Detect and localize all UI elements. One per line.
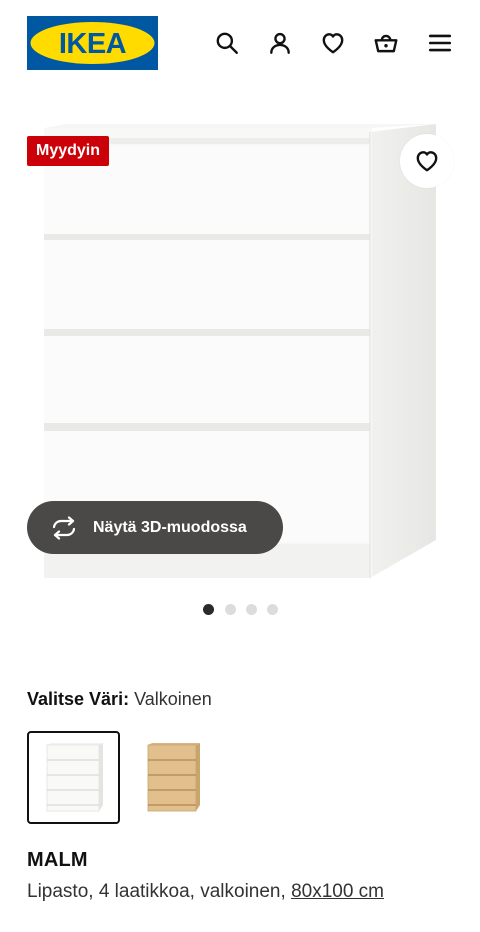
add-to-favourites-button[interactable] — [400, 134, 454, 188]
ikea-logo[interactable]: IKEA — [27, 16, 158, 70]
oak-dresser-thumbnail — [147, 742, 200, 811]
product-size-link[interactable]: 80x100 cm — [291, 881, 384, 902]
account-icon[interactable] — [266, 29, 294, 57]
selected-color-value: Valkoinen — [134, 689, 212, 709]
color-selector-label: Valitse Väri: Valkoinen — [27, 689, 212, 710]
product-description: Lipasto, 4 laatikkoa, valkoinen, 80x100 … — [27, 881, 384, 903]
carousel-dot-4[interactable] — [267, 604, 278, 615]
bestseller-badge: Myydyin — [27, 136, 110, 166]
carousel-dots — [0, 604, 480, 616]
heart-icon[interactable] — [319, 29, 347, 57]
color-selector-title: Valitse Väri: — [27, 689, 130, 709]
view-in-3d-button[interactable]: Näytä 3D-muodossa — [27, 501, 283, 554]
white-dresser-thumbnail — [46, 742, 103, 811]
product-description-text: Lipasto, 4 laatikkoa, valkoinen, — [27, 881, 292, 902]
carousel-dot-2[interactable] — [225, 604, 236, 615]
color-swatch-oak[interactable] — [126, 731, 219, 824]
basket-icon[interactable] — [372, 29, 400, 57]
product-name: MALM — [27, 849, 88, 871]
heart-icon — [416, 151, 438, 172]
search-icon[interactable] — [213, 29, 241, 57]
menu-icon[interactable] — [426, 29, 454, 57]
carousel-dot-1[interactable] — [203, 604, 214, 615]
rotate-3d-icon — [52, 515, 76, 540]
carousel-dot-3[interactable] — [246, 604, 257, 615]
svg-text:IKEA: IKEA — [59, 28, 127, 60]
view-in-3d-label: Näytä 3D-muodossa — [93, 518, 247, 536]
site-header: IKEA — [0, 0, 480, 90]
color-swatch-white[interactable] — [27, 731, 120, 824]
